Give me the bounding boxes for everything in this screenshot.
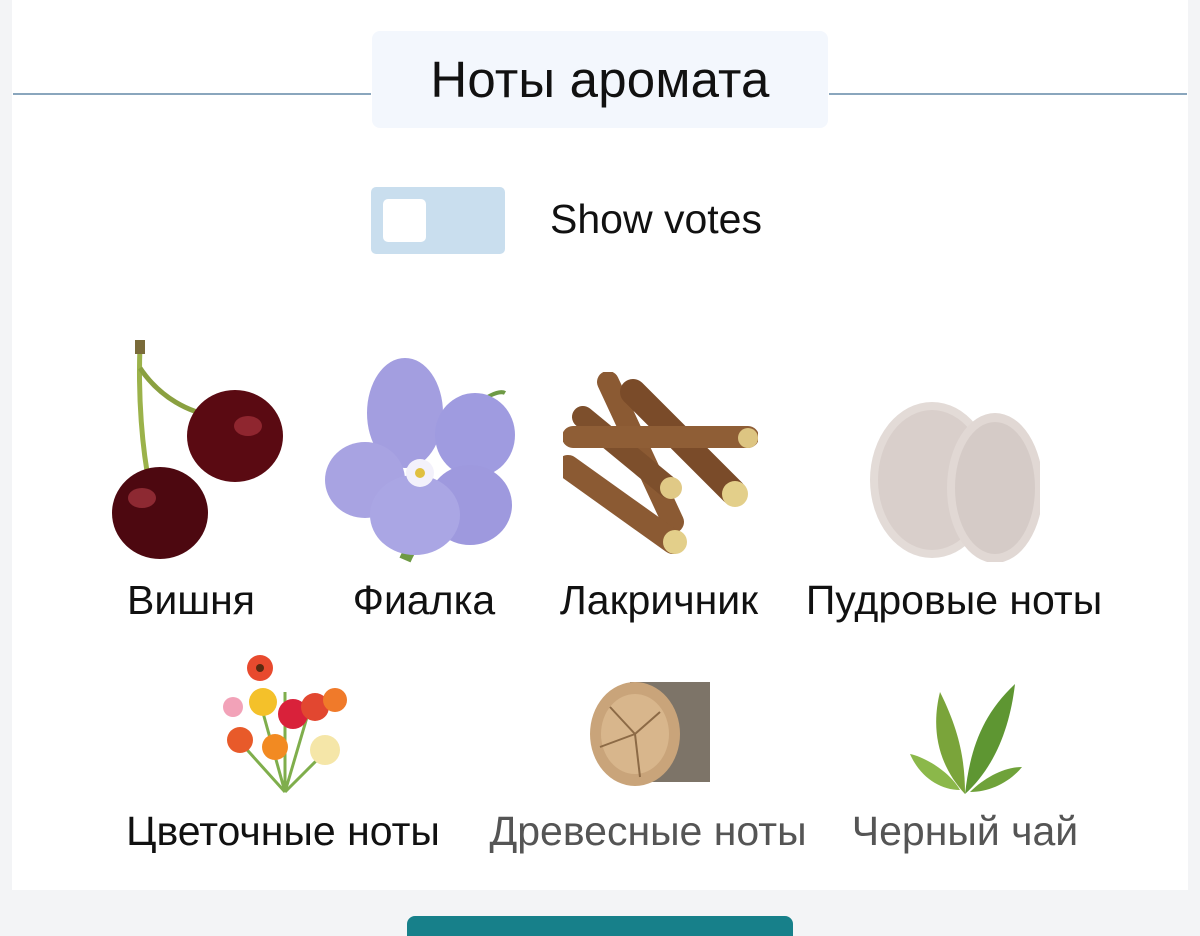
toggle-knob: [383, 199, 426, 242]
bottom-action-button[interactable]: [407, 916, 793, 936]
note-label-black-tea[interactable]: Черный чай: [852, 808, 1078, 855]
note-label-violet[interactable]: Фиалка: [353, 577, 495, 624]
show-votes-toggle[interactable]: [371, 187, 505, 254]
powder-icon: [870, 402, 1040, 562]
licorice-root-icon: [563, 372, 758, 554]
divider-left: [13, 93, 371, 95]
note-label-cherry[interactable]: Вишня: [127, 577, 255, 624]
violet-flower-icon: [325, 358, 515, 563]
show-votes-label: Show votes: [550, 196, 762, 242]
cherry-icon: [112, 340, 283, 559]
note-label-licorice[interactable]: Лакричник: [560, 577, 758, 624]
wood-log-icon: [590, 682, 710, 786]
section-title: Ноты аромата: [372, 31, 828, 128]
note-label-floral[interactable]: Цветочные ноты: [126, 808, 440, 855]
flower-bouquet-icon: [223, 655, 347, 794]
note-label-powder[interactable]: Пудровые ноты: [806, 577, 1102, 624]
divider-right: [829, 93, 1187, 95]
tea-leaves-icon: [910, 684, 1022, 794]
note-label-woody[interactable]: Древесные ноты: [489, 808, 806, 855]
